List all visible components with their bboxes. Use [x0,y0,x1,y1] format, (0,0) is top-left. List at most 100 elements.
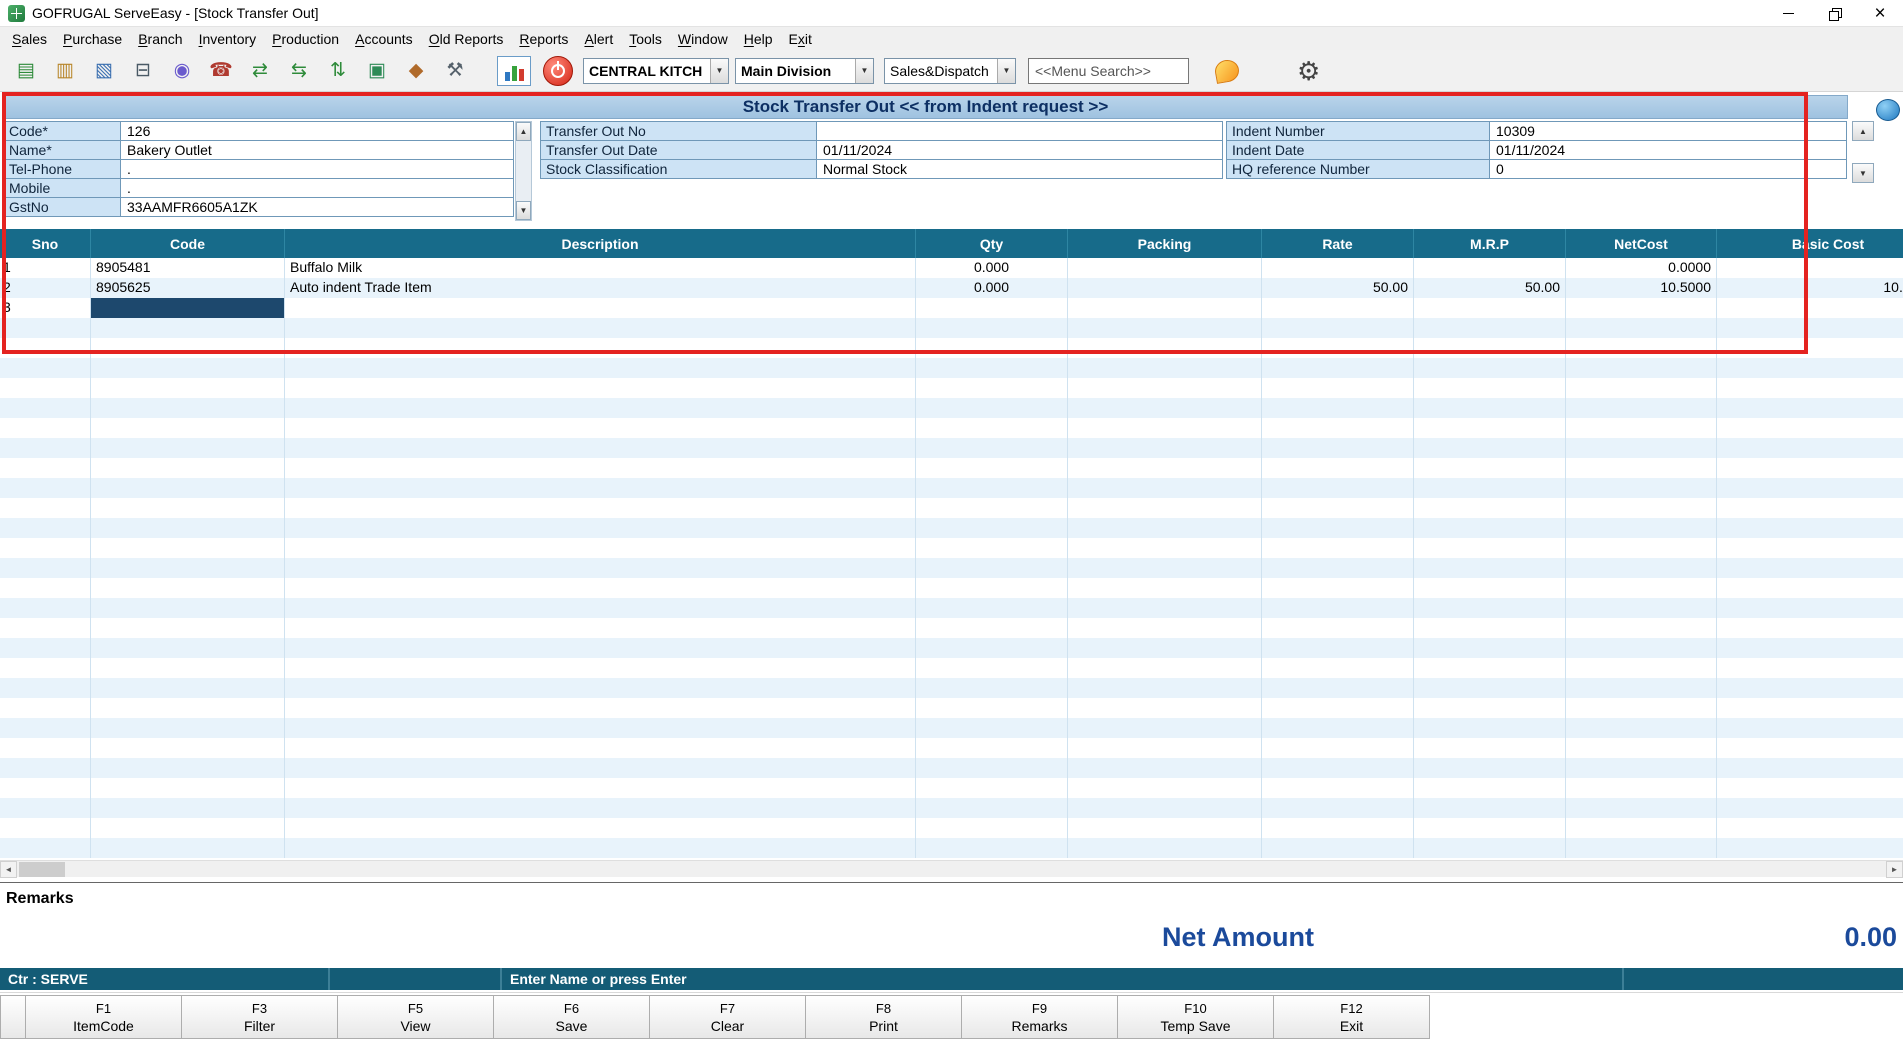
transfer-in-icon[interactable]: ⇄ [244,55,276,87]
print-icon[interactable]: ⊟ [127,55,159,87]
cell-mrp[interactable] [1414,838,1566,858]
field-value-name[interactable]: Bakery Outlet [120,140,514,160]
cell-sno[interactable] [0,618,91,638]
cell-rate[interactable] [1262,358,1414,378]
column-header-rate[interactable]: Rate [1262,229,1414,258]
cell-basic_cost[interactable] [1717,698,1903,718]
cell-basic_cost[interactable] [1717,378,1903,398]
cell-mrp[interactable] [1414,578,1566,598]
cell-rate[interactable] [1262,718,1414,738]
cell-basic_cost[interactable] [1717,538,1903,558]
cell-description[interactable] [285,558,916,578]
cell-rate[interactable] [1262,558,1414,578]
indent-scroll-down-icon[interactable]: ▼ [1852,163,1874,183]
cell-mrp[interactable] [1414,538,1566,558]
scroll-right-icon[interactable]: ► [1886,861,1903,878]
cell-basic_cost[interactable]: 10.5000 [1717,278,1903,298]
cell-rate[interactable] [1262,758,1414,778]
cell-qty[interactable] [916,818,1068,838]
division-combo[interactable]: Main Division ▼ [735,58,874,84]
cell-code[interactable] [91,398,285,418]
menu-item-window[interactable]: Window [670,29,736,49]
cell-rate[interactable] [1262,818,1414,838]
cell-rate[interactable] [1262,698,1414,718]
cell-mrp[interactable] [1414,438,1566,458]
cell-sno[interactable] [0,318,91,338]
menu-item-alert[interactable]: Alert [576,29,621,49]
cell-sno[interactable] [0,538,91,558]
cell-sno[interactable] [0,598,91,618]
outlet-combo[interactable]: CENTRAL KITCH ▼ [583,58,729,84]
cell-code[interactable] [91,438,285,458]
cell-qty[interactable] [916,598,1068,618]
cell-mrp[interactable] [1414,358,1566,378]
cell-netcost[interactable] [1566,418,1717,438]
cell-code[interactable]: 8905481 [91,258,285,278]
cell-packing[interactable] [1068,298,1262,318]
cell-mrp[interactable] [1414,698,1566,718]
cell-basic_cost[interactable] [1717,598,1903,618]
cell-rate[interactable] [1262,318,1414,338]
cell-packing[interactable] [1068,758,1262,778]
field-value-indent-number[interactable]: 10309 [1489,121,1847,141]
cell-code[interactable] [91,358,285,378]
settings-gear-icon[interactable]: ⚙ [1297,58,1320,84]
cell-qty[interactable] [916,778,1068,798]
cell-code[interactable] [91,658,285,678]
cell-rate[interactable] [1262,498,1414,518]
cell-mrp[interactable] [1414,518,1566,538]
module-combo[interactable]: Sales&Dispatch ▼ [884,58,1016,84]
cell-basic_cost[interactable] [1717,498,1903,518]
cell-qty[interactable] [916,658,1068,678]
cell-code[interactable] [91,598,285,618]
cell-description[interactable] [285,598,916,618]
cell-netcost[interactable] [1566,838,1717,858]
power-button[interactable] [543,56,573,86]
cell-code[interactable] [91,538,285,558]
cell-basic_cost[interactable] [1717,298,1903,318]
menu-item-help[interactable]: Help [736,29,781,49]
cell-netcost[interactable] [1566,718,1717,738]
cell-mrp[interactable] [1414,738,1566,758]
chevron-down-icon[interactable]: ▼ [710,59,728,83]
fkey-f9-remarks[interactable]: F9Remarks [961,995,1118,1039]
cell-netcost[interactable] [1566,578,1717,598]
cell-packing[interactable] [1068,498,1262,518]
cell-basic_cost[interactable] [1717,758,1903,778]
cell-netcost[interactable] [1566,518,1717,538]
menu-search-input[interactable] [1028,58,1189,84]
cell-packing[interactable] [1068,418,1262,438]
cell-qty[interactable] [916,498,1068,518]
cell-qty[interactable] [916,518,1068,538]
cell-mrp[interactable] [1414,638,1566,658]
cell-sno[interactable] [0,678,91,698]
cell-netcost[interactable]: 10.5000 [1566,278,1717,298]
cell-mrp[interactable] [1414,418,1566,438]
cell-description[interactable] [285,758,916,778]
cell-qty[interactable] [916,718,1068,738]
cell-packing[interactable] [1068,698,1262,718]
fkey-f12-exit[interactable]: F12Exit [1273,995,1430,1039]
cell-mrp[interactable] [1414,678,1566,698]
cell-sno[interactable] [0,758,91,778]
fkey-f1-itemcode[interactable]: F1ItemCode [25,995,182,1039]
cell-sno[interactable] [0,578,91,598]
cell-basic_cost[interactable] [1717,258,1903,278]
cell-netcost[interactable] [1566,478,1717,498]
cell-sno[interactable] [0,438,91,458]
menu-item-exit[interactable]: Exit [781,29,820,49]
cell-mrp[interactable] [1414,478,1566,498]
tools-icon[interactable]: ⚒ [439,55,471,87]
cell-description[interactable] [285,818,916,838]
cell-code[interactable] [91,318,285,338]
cell-rate[interactable] [1262,518,1414,538]
cell-description[interactable] [285,718,916,738]
cell-packing[interactable] [1068,358,1262,378]
cell-description[interactable] [285,778,916,798]
cell-description[interactable] [285,518,916,538]
cell-code[interactable] [91,718,285,738]
cell-mrp[interactable] [1414,378,1566,398]
cell-basic_cost[interactable] [1717,458,1903,478]
cell-description[interactable]: Auto indent Trade Item [285,278,916,298]
cell-rate[interactable] [1262,458,1414,478]
